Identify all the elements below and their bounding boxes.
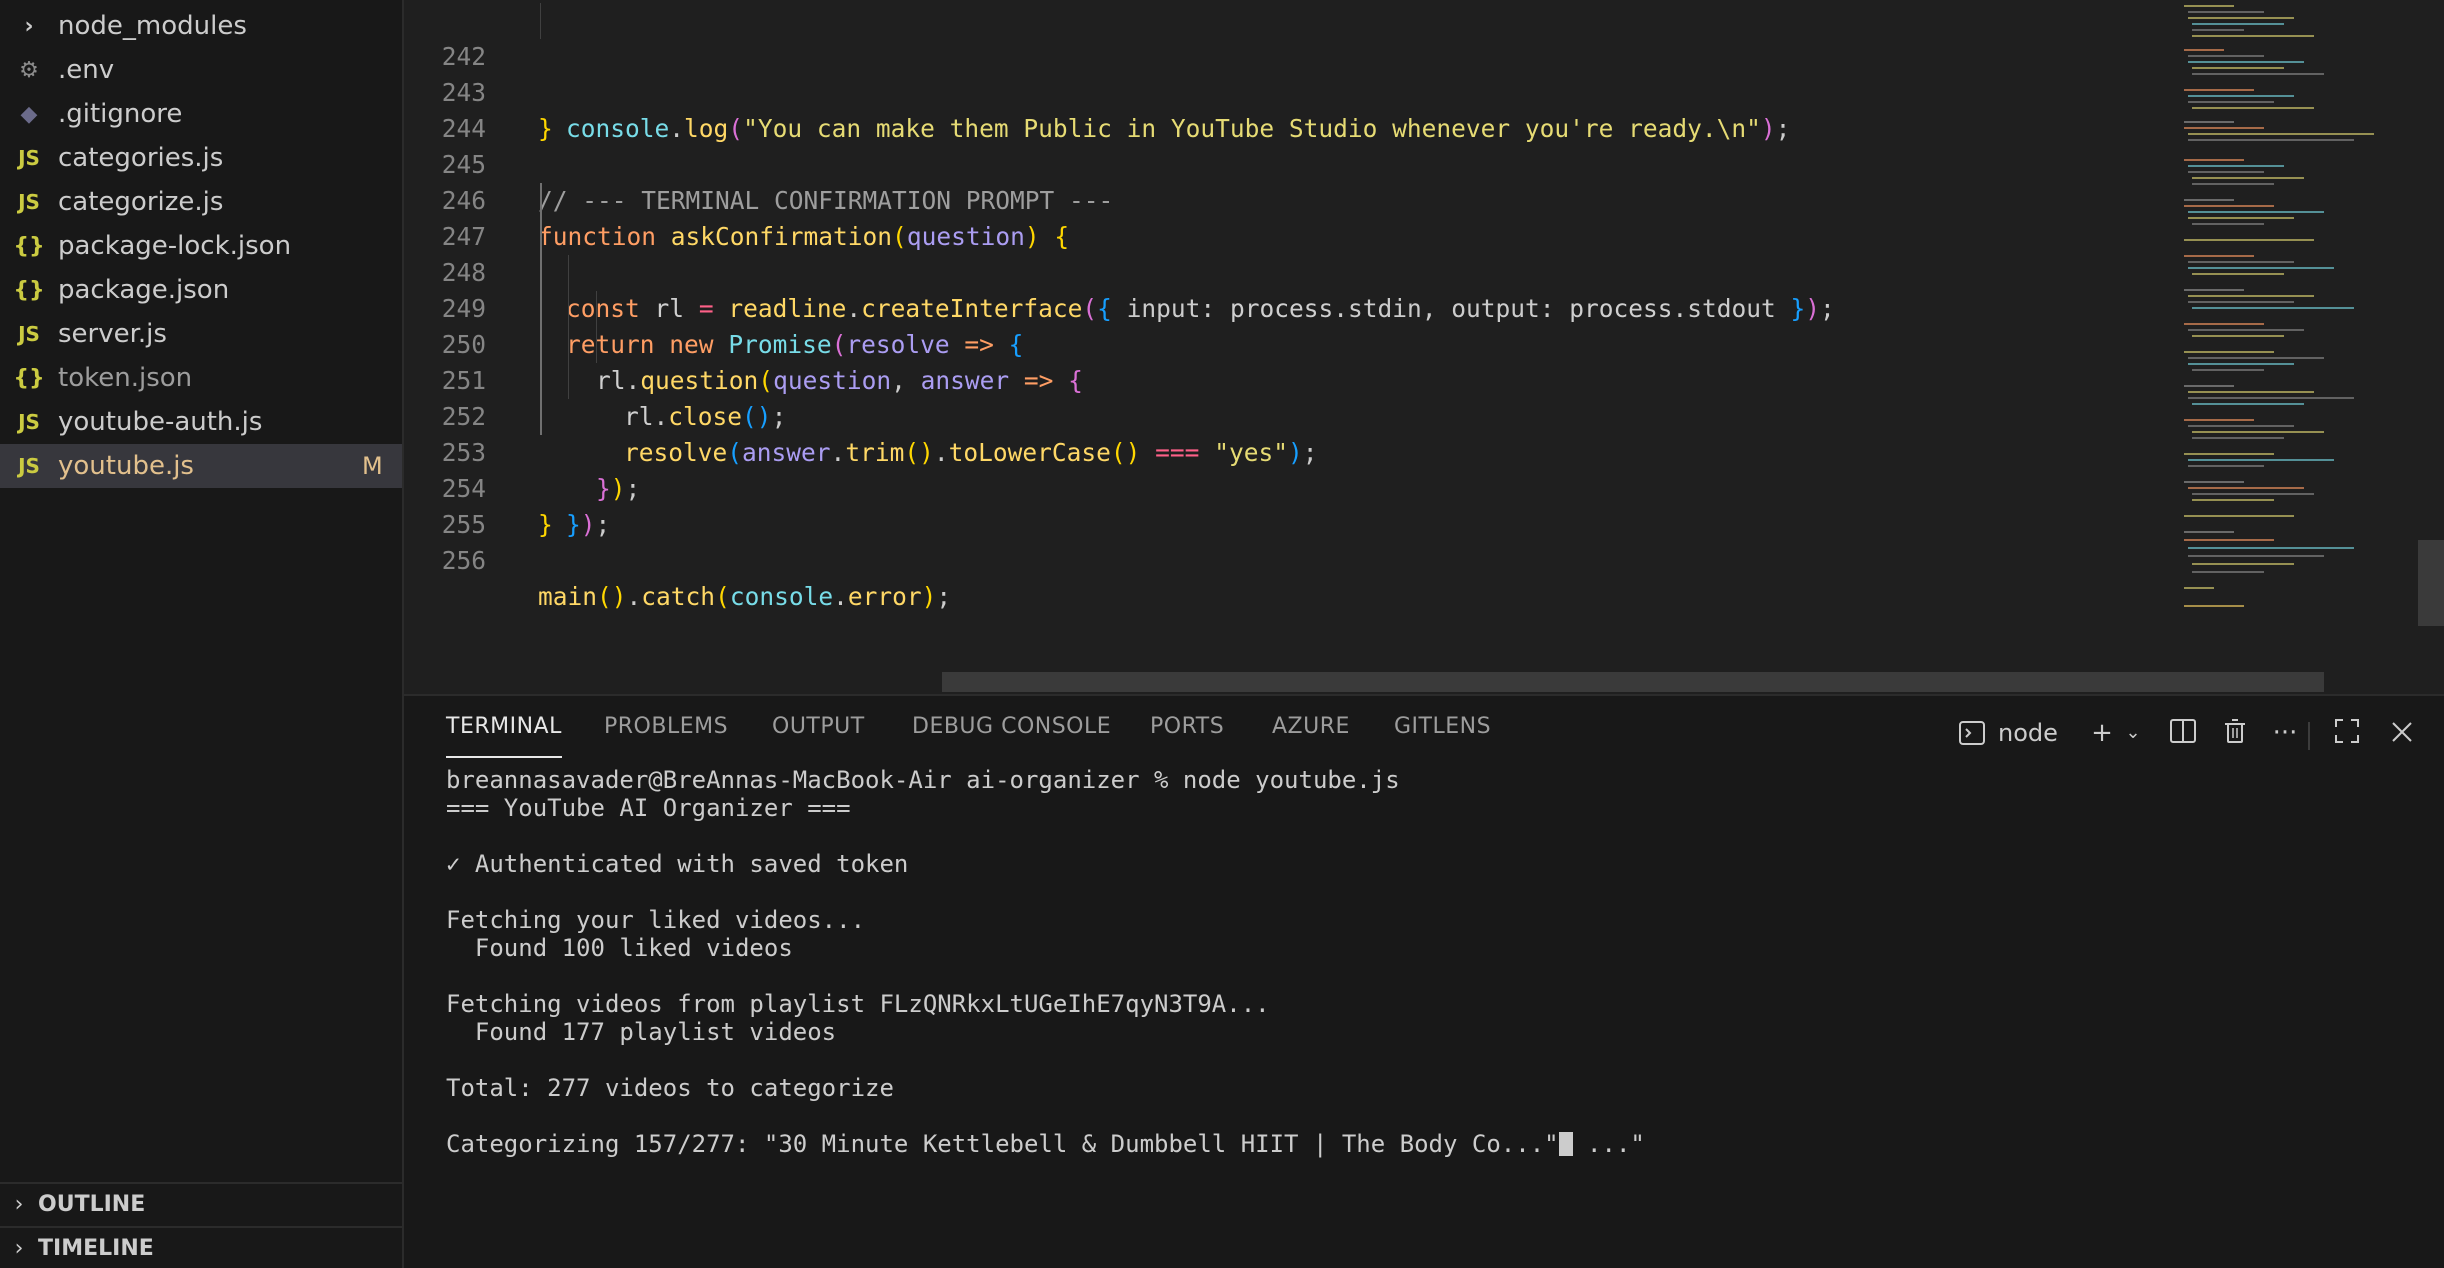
json-icon: {} bbox=[13, 277, 45, 303]
js-icon: JS bbox=[18, 322, 40, 346]
code-line: 253 }); bbox=[404, 399, 2204, 539]
more-actions-icon[interactable]: ··· bbox=[2270, 716, 2300, 750]
section-title: TIMELINE bbox=[38, 1235, 154, 1261]
outline-section[interactable]: › OUTLINE bbox=[0, 1182, 402, 1224]
code-line: 242 console.log("You can make them Publi… bbox=[404, 3, 2204, 143]
plus-icon[interactable]: + bbox=[2084, 716, 2120, 750]
terminal-line: === YouTube AI Organizer === bbox=[446, 794, 851, 822]
terminal-line: Found 177 playlist videos bbox=[446, 1018, 837, 1046]
tab-problems[interactable]: PROBLEMS bbox=[604, 714, 728, 756]
json-icon: {} bbox=[13, 365, 45, 391]
terminal-line: Fetching videos from playlist FLzQNRkxLt… bbox=[446, 990, 1270, 1018]
terminal-cursor bbox=[1558, 1132, 1573, 1156]
close-icon[interactable] bbox=[2388, 716, 2416, 750]
vertical-scrollbar[interactable] bbox=[2418, 540, 2444, 626]
code-line: 252 }); bbox=[404, 363, 2204, 503]
code-line: 251 resolve(answer.trim().toLowerCase() … bbox=[404, 327, 2204, 467]
js-icon: JS bbox=[18, 454, 40, 478]
progress-text: Categorizing 157/277: "30 Minute Kettleb… bbox=[446, 1130, 1559, 1158]
file-token-json[interactable]: {} token.json bbox=[0, 356, 402, 400]
code-line: 248 return new Promise(resolve => { bbox=[404, 219, 2204, 359]
progress-text-tail: ..." bbox=[1572, 1130, 1645, 1158]
tab-output[interactable]: OUTPUT bbox=[772, 714, 865, 756]
file-categories-js[interactable]: JS categories.js bbox=[0, 136, 402, 180]
js-icon: JS bbox=[18, 410, 40, 434]
toolbar-divider bbox=[2308, 722, 2310, 750]
code-text: main().catch(console.error); bbox=[538, 582, 952, 611]
git-icon: ◆ bbox=[20, 101, 38, 127]
split-terminal-icon[interactable] bbox=[2168, 716, 2198, 750]
terminal-name: node bbox=[1998, 719, 2058, 747]
code-line: 247 const rl = readline.createInterface(… bbox=[404, 183, 2204, 323]
terminal-line: Total: 277 videos to categorize bbox=[446, 1074, 894, 1102]
file-package-json[interactable]: {} package.json bbox=[0, 268, 402, 312]
tab-terminal[interactable]: TERMINAL bbox=[446, 714, 562, 758]
terminal-line: ✓ Authenticated with saved token bbox=[446, 850, 909, 878]
file-env[interactable]: ⚙ .env bbox=[0, 48, 402, 92]
tab-ports[interactable]: PORTS bbox=[1150, 714, 1224, 756]
file-youtube-auth-js[interactable]: JS youtube-auth.js bbox=[0, 400, 402, 444]
code-editor[interactable]: 242 console.log("You can make them Publi… bbox=[404, 0, 2444, 694]
tab-azure[interactable]: AZURE bbox=[1272, 714, 1350, 756]
code-line: 250 rl.close(); bbox=[404, 291, 2204, 431]
file-name: server.js bbox=[58, 319, 167, 349]
file-name: .gitignore bbox=[58, 99, 183, 129]
bottom-panel: TERMINAL PROBLEMS OUTPUT DEBUG CONSOLE P… bbox=[404, 694, 2444, 1268]
file-server-js[interactable]: JS server.js bbox=[0, 312, 402, 356]
chevron-right-icon: › bbox=[24, 13, 34, 39]
js-icon: JS bbox=[18, 190, 40, 214]
file-name: node_modules bbox=[58, 11, 247, 41]
file-package-lock-json[interactable]: {} package-lock.json bbox=[0, 224, 402, 268]
terminal-icon bbox=[1959, 721, 1985, 745]
file-name: .env bbox=[58, 55, 115, 85]
file-name: youtube-auth.js bbox=[58, 407, 263, 437]
json-icon: {} bbox=[13, 233, 45, 259]
chevron-right-icon: › bbox=[14, 1235, 24, 1261]
code-line: 254 } bbox=[404, 435, 2204, 539]
file-gitignore[interactable]: ◆ .gitignore bbox=[0, 92, 402, 136]
explorer-sidebar: › node_modules ⚙ .env ◆ .gitignore JS ca… bbox=[0, 0, 404, 1268]
folder-node-modules[interactable]: › node_modules bbox=[0, 4, 402, 48]
file-categorize-js[interactable]: JS categorize.js bbox=[0, 180, 402, 224]
minimap[interactable] bbox=[2174, 0, 2424, 620]
file-name: categories.js bbox=[58, 143, 224, 173]
tab-gitlens[interactable]: GITLENS bbox=[1394, 714, 1491, 756]
js-icon: JS bbox=[18, 146, 40, 170]
terminal-line: Fetching your liked videos... bbox=[446, 906, 866, 934]
file-name: package-lock.json bbox=[58, 231, 292, 261]
section-title: OUTLINE bbox=[38, 1191, 146, 1217]
terminal-line: Found 100 liked videos bbox=[446, 934, 793, 962]
modified-badge: M bbox=[362, 452, 383, 480]
terminal-line: breannasavader@BreAnnas-MacBook-Air ai-o… bbox=[446, 766, 1400, 794]
file-name: categorize.js bbox=[58, 187, 224, 217]
code-line: 244 bbox=[404, 75, 2204, 143]
code-line: 256 main().catch(console.error); bbox=[404, 507, 2204, 611]
terminal-progress-line: Categorizing 157/277: "30 Minute Kettleb… bbox=[446, 1130, 1645, 1158]
maximize-panel-icon[interactable] bbox=[2332, 716, 2362, 750]
chevron-down-icon[interactable]: ⌄ bbox=[2120, 716, 2146, 750]
file-name: token.json bbox=[58, 363, 193, 393]
gear-icon: ⚙ bbox=[19, 57, 39, 83]
line-number: 256 bbox=[441, 546, 486, 575]
code-line: 245 // --- TERMINAL CONFIRMATION PROMPT … bbox=[404, 111, 2204, 215]
file-name: package.json bbox=[58, 275, 230, 305]
trash-icon[interactable] bbox=[2220, 716, 2250, 750]
code-line: 255 bbox=[404, 471, 2204, 539]
file-youtube-js[interactable]: JS youtube.js M bbox=[0, 444, 402, 488]
terminal-selector[interactable]: node bbox=[1958, 716, 2058, 750]
code-line: 243 } bbox=[404, 39, 2204, 143]
file-name: youtube.js bbox=[58, 451, 194, 481]
code-line: 246 function askConfirmation(question) { bbox=[404, 147, 2204, 251]
chevron-right-icon: › bbox=[14, 1191, 24, 1217]
tab-debug-console[interactable]: DEBUG CONSOLE bbox=[912, 714, 1111, 756]
horizontal-scrollbar[interactable] bbox=[942, 672, 2324, 692]
code-line: 249 rl.question(question, answer => { bbox=[404, 255, 2204, 395]
timeline-section[interactable]: › TIMELINE bbox=[0, 1226, 402, 1268]
